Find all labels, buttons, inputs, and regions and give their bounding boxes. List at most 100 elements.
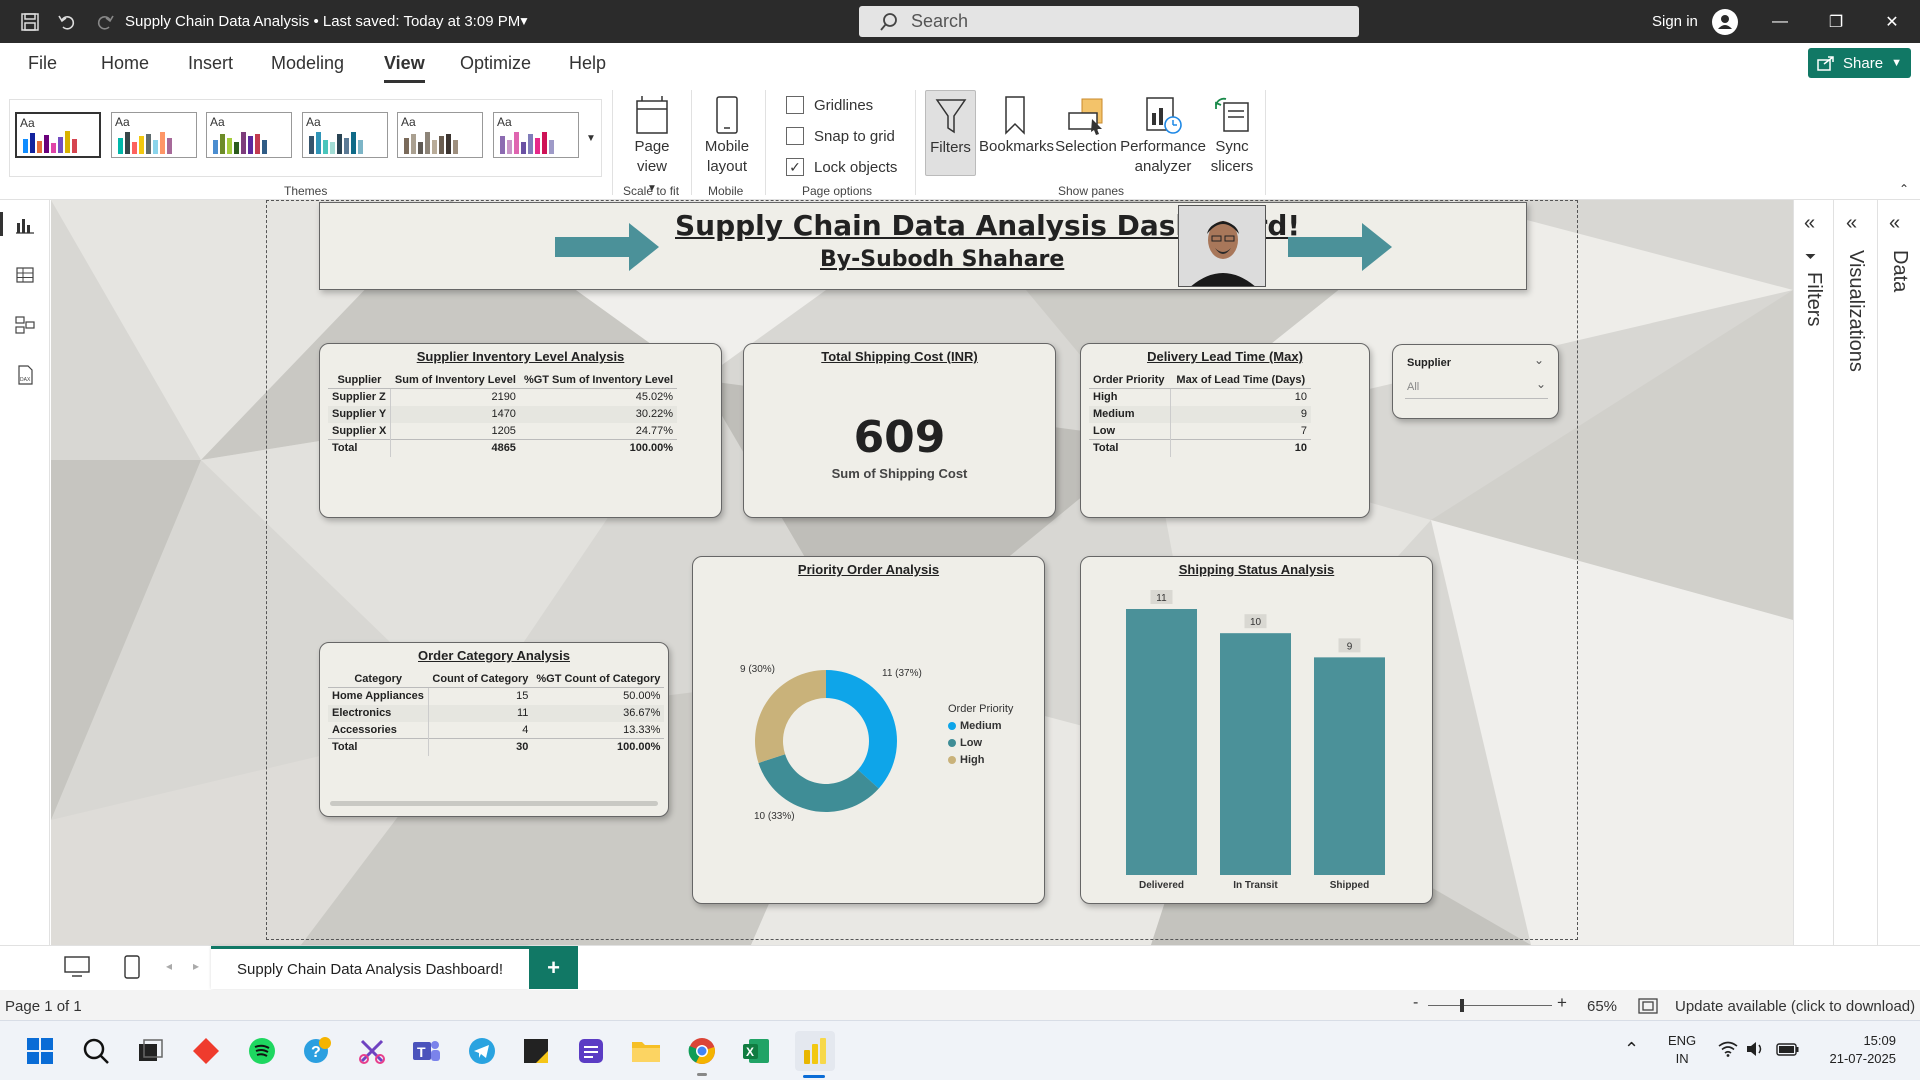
anydesk-icon[interactable] <box>190 1035 222 1067</box>
zoom-out-icon[interactable]: - <box>1413 994 1418 1012</box>
table-row[interactable]: Supplier Z 2190 45.02% <box>328 388 677 406</box>
gridlines-checkbox[interactable]: Gridlines <box>786 96 873 114</box>
donut-slice-high[interactable] <box>755 670 826 763</box>
title-dropdown-icon[interactable]: ▼ <box>518 14 530 28</box>
minimize-icon[interactable]: — <box>1752 0 1808 43</box>
column-header[interactable]: Sum of Inventory Level <box>390 372 520 389</box>
bar-shipped[interactable] <box>1314 657 1385 875</box>
windows-start-icon[interactable] <box>24 1035 56 1067</box>
mobile-layout-icon[interactable] <box>124 955 140 983</box>
lock-objects-checkbox[interactable]: ✓ Lock objects <box>786 158 897 176</box>
model-view-icon[interactable] <box>12 312 38 338</box>
table-row[interactable]: Accessories 4 13.33% <box>328 721 664 739</box>
table-row[interactable]: High 10 <box>1089 388 1311 406</box>
table-row[interactable]: Supplier X 1205 24.77% <box>328 422 677 440</box>
telegram-icon[interactable] <box>466 1035 498 1067</box>
theme-option-2[interactable]: Aa <box>111 112 197 158</box>
redo-icon[interactable] <box>93 10 117 34</box>
battery-icon[interactable] <box>1776 1041 1800 1061</box>
notes-app-icon[interactable] <box>575 1035 607 1067</box>
wifi-icon[interactable] <box>1718 1041 1738 1061</box>
priority-order-card[interactable]: Priority Order Analysis 11 (37%) 10 (33%… <box>692 556 1045 904</box>
order-category-card[interactable]: Order Category Analysis Category Count o… <box>319 642 669 817</box>
data-pane-collapsed[interactable]: « Data <box>1877 200 1920 945</box>
shipping-cost-card[interactable]: Total Shipping Cost (INR) 609 Sum of Shi… <box>743 343 1056 518</box>
snipping-tool-icon[interactable] <box>356 1035 388 1067</box>
performance-analyzer-button[interactable]: Performance analyzer <box>1120 93 1206 177</box>
column-header[interactable]: Order Priority <box>1089 372 1171 389</box>
search-icon[interactable] <box>80 1035 112 1067</box>
theme-option-6[interactable]: Aa <box>493 112 579 158</box>
bar-delivered[interactable] <box>1126 609 1197 875</box>
next-page-icon[interactable]: ▸ <box>193 959 199 973</box>
menu-view[interactable]: View <box>384 53 425 83</box>
report-canvas[interactable]: Supply Chain Data Analysis Dashboard! By… <box>51 200 1793 945</box>
spotify-icon[interactable] <box>246 1035 278 1067</box>
previous-page-icon[interactable]: ◂ <box>166 959 172 973</box>
menu-insert[interactable]: Insert <box>188 53 233 74</box>
close-icon[interactable]: ✕ <box>1864 0 1920 43</box>
supplier-slicer[interactable]: Supplier ⌄ All ⌄ <box>1392 344 1559 419</box>
volume-icon[interactable] <box>1746 1041 1766 1061</box>
column-header[interactable]: Category <box>328 671 429 688</box>
search-input[interactable]: Search <box>859 6 1359 37</box>
filters-pane-collapsed[interactable]: « ⏷ Filters <box>1793 200 1833 945</box>
shipping-status-card[interactable]: Shipping Status Analysis 11 Delivered 10 In… <box>1080 556 1433 904</box>
system-clock[interactable]: 15:09 21-07-2025 <box>1812 1032 1897 1068</box>
chevron-up-icon[interactable]: ⌃ <box>1624 1039 1639 1060</box>
update-notice-link[interactable]: Update available (click to download) <box>1675 998 1915 1015</box>
sticky-notes-icon[interactable] <box>520 1035 552 1067</box>
teams-icon[interactable]: T <box>410 1035 442 1067</box>
help-app-icon[interactable]: ? <box>301 1035 333 1067</box>
table-view-icon[interactable] <box>12 262 38 288</box>
excel-icon[interactable]: X <box>740 1035 772 1067</box>
zoom-slider-thumb[interactable] <box>1460 999 1464 1012</box>
donut-slice-medium[interactable] <box>826 670 897 789</box>
order-category-table[interactable]: Category Count of Category %GT Count of … <box>328 671 665 756</box>
table-row[interactable]: Low 7 <box>1089 422 1311 440</box>
page-tab-active[interactable]: Supply Chain Data Analysis Dashboard! <box>211 946 529 989</box>
column-header[interactable]: %GT Sum of Inventory Level <box>519 372 678 389</box>
expand-chevron-icon[interactable]: « <box>1846 212 1857 235</box>
theme-option-3[interactable]: Aa <box>206 112 292 158</box>
column-header[interactable]: Max of Lead Time (Days) <box>1170 372 1311 389</box>
donut-slice-low[interactable] <box>758 754 879 812</box>
slicer-dropdown[interactable]: All ⌄ <box>1405 377 1548 399</box>
fit-to-page-icon[interactable] <box>1638 998 1658 1018</box>
undo-icon[interactable] <box>55 10 79 34</box>
column-header[interactable]: Count of Category <box>428 671 533 688</box>
table-row[interactable]: Home Appliances 15 50.00% <box>328 687 664 705</box>
menu-optimize[interactable]: Optimize <box>460 53 531 74</box>
chrome-icon[interactable] <box>686 1035 718 1067</box>
bar-chart[interactable]: 11 Delivered 10 In Transit 9 Shipped <box>1081 557 1431 902</box>
report-view-icon[interactable] <box>12 212 38 238</box>
file-explorer-icon[interactable] <box>630 1035 662 1067</box>
chevron-down-icon[interactable]: ⌄ <box>1534 353 1544 367</box>
share-button[interactable]: Share ▼ <box>1808 48 1911 78</box>
column-header[interactable]: Supplier <box>328 372 391 389</box>
menu-file[interactable]: File <box>28 53 57 74</box>
lead-time-card[interactable]: Delivery Lead Time (Max) Order Priority … <box>1080 343 1370 518</box>
table-row[interactable]: Electronics 11 36.67% <box>328 704 665 722</box>
column-header[interactable]: %GT Count of Category <box>532 671 665 688</box>
add-page-button[interactable]: + <box>529 946 578 989</box>
expand-chevron-icon[interactable]: « <box>1889 212 1900 235</box>
app-title[interactable]: Supply Chain Data Analysis • Last saved:… <box>125 13 520 30</box>
restore-icon[interactable]: ❐ <box>1808 0 1864 43</box>
sync-slicers-button[interactable]: Sync slicers <box>1208 93 1256 177</box>
menu-help[interactable]: Help <box>569 53 606 74</box>
save-icon[interactable] <box>18 10 42 34</box>
horizontal-scrollbar[interactable] <box>330 801 658 806</box>
sign-in-link[interactable]: Sign in <box>1652 13 1698 30</box>
language-indicator[interactable]: ENG IN <box>1668 1032 1696 1068</box>
legend-item-medium[interactable]: Medium <box>948 720 1013 732</box>
theme-option-5[interactable]: Aa <box>397 112 483 158</box>
account-icon[interactable] <box>1712 9 1738 35</box>
theme-option-1[interactable]: Aa <box>15 112 101 158</box>
mobile-layout-button[interactable]: Mobile layout <box>697 93 757 177</box>
table-row[interactable]: Medium 9 <box>1089 405 1311 423</box>
bar-in-transit[interactable] <box>1220 633 1291 875</box>
visualizations-pane-collapsed[interactable]: « Visualizations <box>1833 200 1877 945</box>
zoom-in-icon[interactable]: + <box>1557 993 1567 1013</box>
theme-gallery-more-icon[interactable]: ▼ <box>586 133 596 144</box>
